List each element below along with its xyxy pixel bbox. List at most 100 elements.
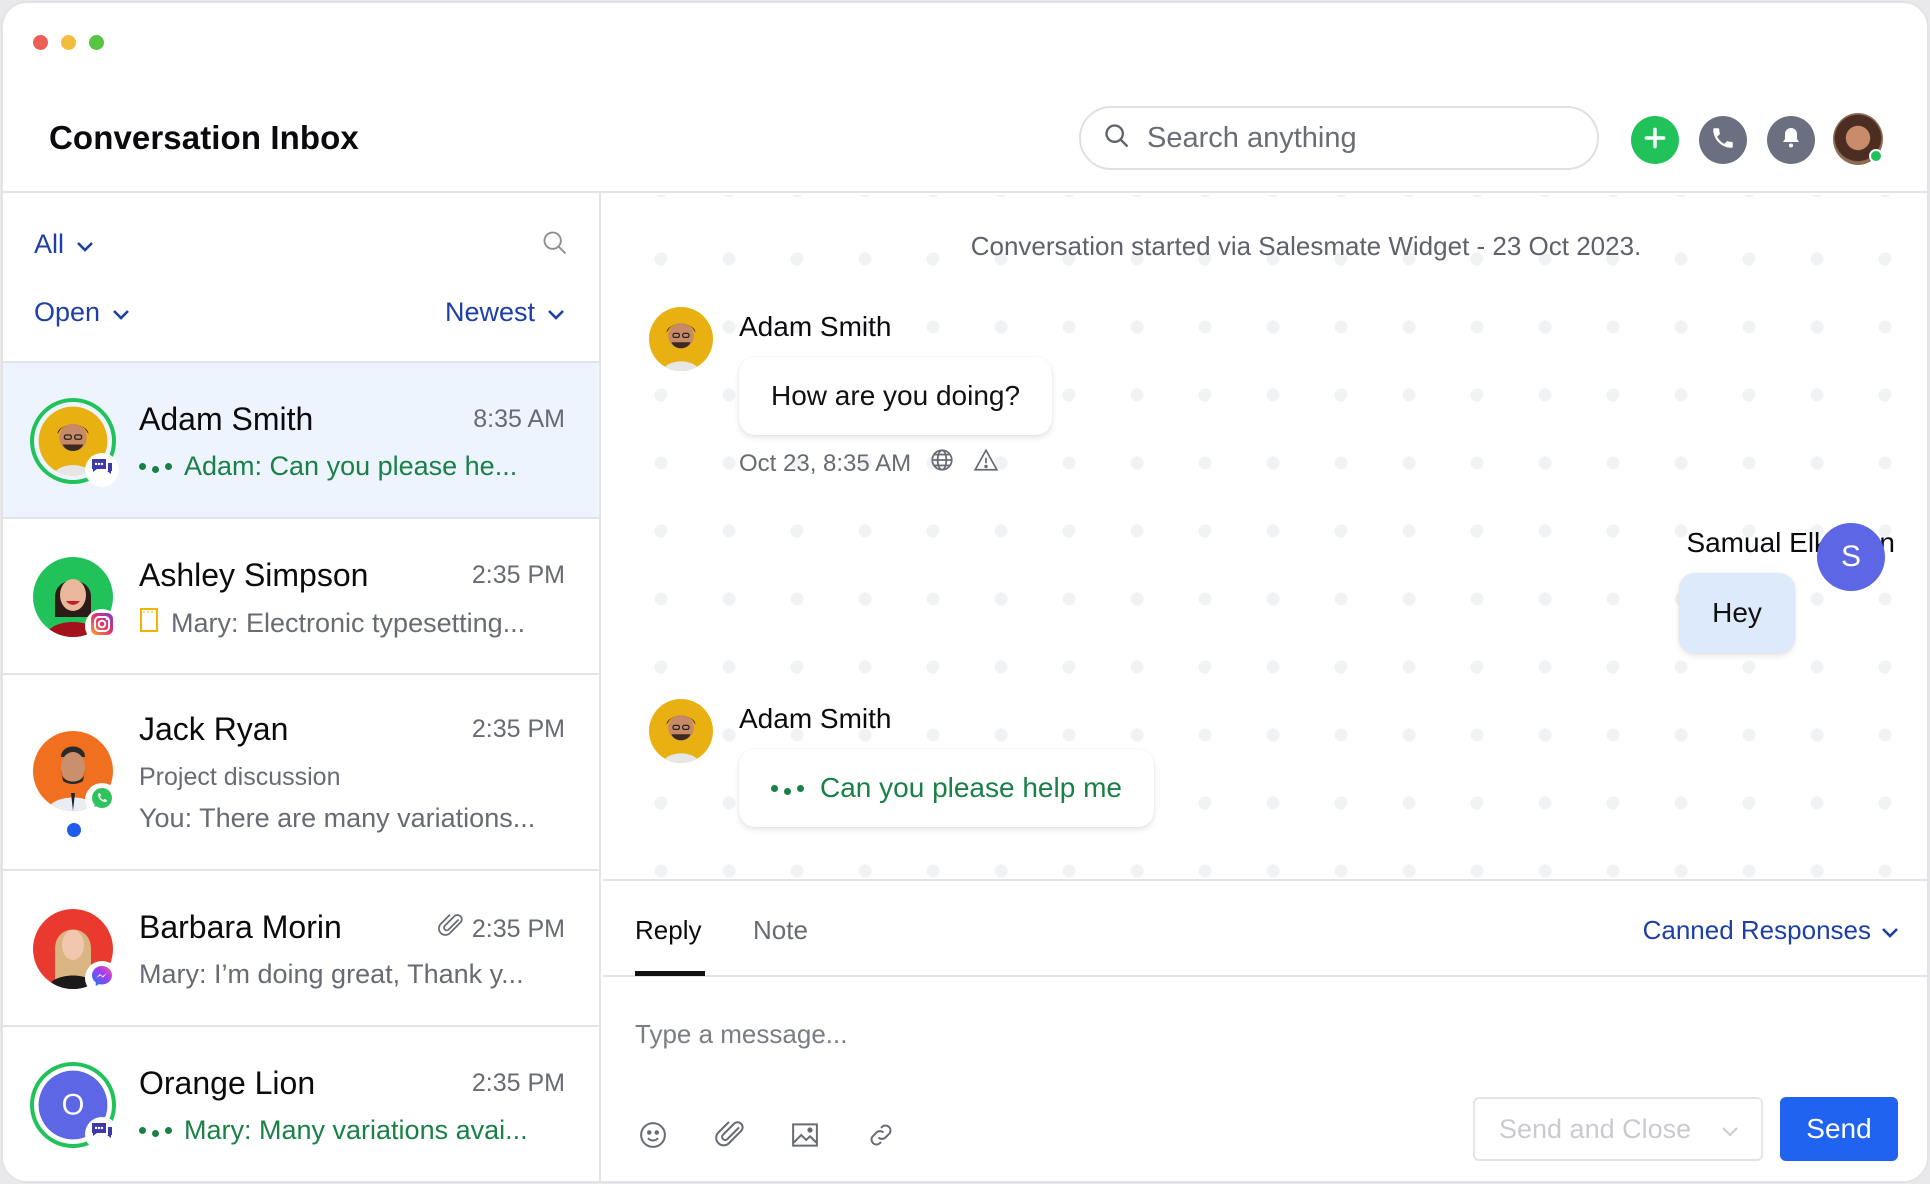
sender-name: Adam Smith <box>739 311 892 342</box>
attachment-icon <box>436 913 464 946</box>
conversation-time: 2:35 PM <box>471 561 565 589</box>
contact-name: Barbara Morin <box>139 909 342 945</box>
phone-icon <box>1710 125 1736 156</box>
sender-name: Adam Smith <box>739 703 892 734</box>
conversation-preview: Adam: Can you please he... <box>139 451 565 482</box>
chevron-down-icon <box>1721 1114 1739 1145</box>
message-text: Can you please help me <box>820 772 1122 803</box>
search-placeholder: Search anything <box>1147 121 1357 154</box>
reply-composer: Reply Note Canned Responses Send and Clo… <box>603 879 1927 1181</box>
chevron-down-icon <box>76 229 94 260</box>
preview-text: Mary: Electronic typesetting... <box>171 608 526 638</box>
channel-badge <box>85 961 119 995</box>
conversation-sidebar: All Open Newest Adam Smith 8:35 AM Adam:… <box>3 193 601 1181</box>
contact-name: Adam Smith <box>139 401 314 437</box>
sender-avatar <box>649 307 713 371</box>
emoji-icon[interactable] <box>637 1119 669 1151</box>
message-bubble: Hey <box>1679 573 1795 653</box>
preview-text: Adam: Can you please he... <box>184 451 518 481</box>
conversation-item[interactable]: Barbara Morin 2:35 PM Mary: I’m doing gr… <box>3 871 599 1027</box>
message-input[interactable] <box>635 1019 1535 1050</box>
conversation-time: 8:35 AM <box>473 405 565 433</box>
note-icon <box>139 607 159 640</box>
conversation-time: 2:35 PM <box>471 715 565 743</box>
image-icon[interactable] <box>789 1119 821 1151</box>
contact-avatar <box>33 557 119 643</box>
status-filter-dropdown[interactable]: Open <box>34 297 130 328</box>
chevron-down-icon <box>1881 915 1899 946</box>
conversation-time: 2:35 PM <box>436 913 565 946</box>
contact-avatar <box>30 398 119 487</box>
preview-text: You: There are many variations... <box>139 803 536 833</box>
call-button[interactable] <box>1699 116 1747 164</box>
search-icon <box>541 231 569 261</box>
channel-badge <box>85 783 119 817</box>
contact-avatar: O <box>30 1062 119 1151</box>
chevron-down-icon <box>112 297 130 328</box>
conversation-item[interactable]: Jack Ryan 2:35 PM Project discussion You… <box>3 675 599 871</box>
contact-name: Ashley Simpson <box>139 557 369 593</box>
channel-badge <box>85 1117 119 1151</box>
conversation-subject: Project discussion <box>139 763 341 791</box>
status-filter-label: Open <box>34 297 101 327</box>
global-search-input[interactable]: Search anything <box>1079 106 1599 170</box>
link-icon[interactable] <box>865 1119 897 1151</box>
top-bar: Conversation Inbox Search anything <box>3 3 1927 193</box>
conversation-preview: You: There are many variations... <box>139 803 565 834</box>
user-avatar[interactable] <box>1833 113 1883 165</box>
online-status-indicator <box>1869 149 1883 163</box>
scope-filter-dropdown[interactable]: All <box>34 229 94 260</box>
plus-icon <box>1642 125 1668 156</box>
message-timestamp: Oct 23, 8:35 AM <box>739 449 912 477</box>
channel-badge <box>85 453 119 487</box>
typing-indicator-icon <box>771 784 804 795</box>
typing-indicator-icon <box>139 1127 172 1137</box>
chat-icon <box>90 1121 114 1148</box>
conversation-item[interactable]: Adam Smith 8:35 AM Adam: Can you please … <box>3 363 599 519</box>
search-icon <box>1103 122 1131 155</box>
chat-icon <box>90 457 114 484</box>
conversation-time: 2:35 PM <box>471 1069 565 1097</box>
preview-text: Mary: I’m doing great, Thank y... <box>139 959 524 989</box>
unread-indicator <box>67 823 81 837</box>
send-button[interactable]: Send <box>1780 1097 1898 1161</box>
warning-icon[interactable] <box>973 447 999 480</box>
conversation-item[interactable]: Ashley Simpson 2:35 PM Mary: Electronic … <box>3 519 599 675</box>
agent-avatar: S <box>1817 523 1885 591</box>
conversation-preview: Mary: I’m doing great, Thank y... <box>139 959 565 990</box>
conversation-item[interactable]: O Orange Lion 2:35 PM Mary: Many variati… <box>3 1027 599 1181</box>
conversation-started-note: Conversation started via Salesmate Widge… <box>970 231 1642 261</box>
tab-reply[interactable]: Reply <box>635 915 701 946</box>
globe-icon[interactable] <box>929 447 955 480</box>
send-and-close-button[interactable]: Send and Close <box>1473 1097 1763 1161</box>
messenger-icon <box>90 964 114 993</box>
active-tab-indicator <box>635 971 705 976</box>
contact-avatar <box>33 731 119 837</box>
time-text: 2:35 PM <box>471 915 565 943</box>
attachment-icon[interactable] <box>713 1119 745 1151</box>
canned-responses-dropdown[interactable]: Canned Responses <box>1643 915 1899 946</box>
tab-note[interactable]: Note <box>753 915 808 946</box>
conversation-preview: Mary: Electronic typesetting... <box>139 607 565 640</box>
contact-name: Orange Lion <box>139 1065 316 1101</box>
sender-avatar <box>649 699 713 763</box>
typing-indicator-icon <box>139 463 172 473</box>
canned-responses-label: Canned Responses <box>1642 915 1871 945</box>
scope-filter-label: All <box>34 229 65 259</box>
message-bubble: How are you doing? <box>739 357 1053 435</box>
message-bubble: Can you please help me <box>739 749 1154 827</box>
sort-label: Newest <box>444 297 535 327</box>
conversation-search-button[interactable] <box>541 229 569 262</box>
page-title: Conversation Inbox <box>49 119 359 156</box>
sort-dropdown[interactable]: Newest <box>445 297 565 328</box>
conversation-preview: Mary: Many variations avai... <box>139 1115 565 1146</box>
message-meta: Oct 23, 8:35 AM <box>739 447 999 480</box>
notifications-button[interactable] <box>1767 116 1815 164</box>
contact-avatar <box>33 909 119 995</box>
conversation-list: Adam Smith 8:35 AM Adam: Can you please … <box>3 361 599 1181</box>
composer-tabs: Reply Note Canned Responses <box>603 881 1927 977</box>
send-and-close-label: Send and Close <box>1499 1113 1692 1144</box>
add-button[interactable] <box>1631 116 1679 164</box>
app-window: Conversation Inbox Search anything All O… <box>1 1 1929 1183</box>
bell-icon <box>1779 126 1803 155</box>
